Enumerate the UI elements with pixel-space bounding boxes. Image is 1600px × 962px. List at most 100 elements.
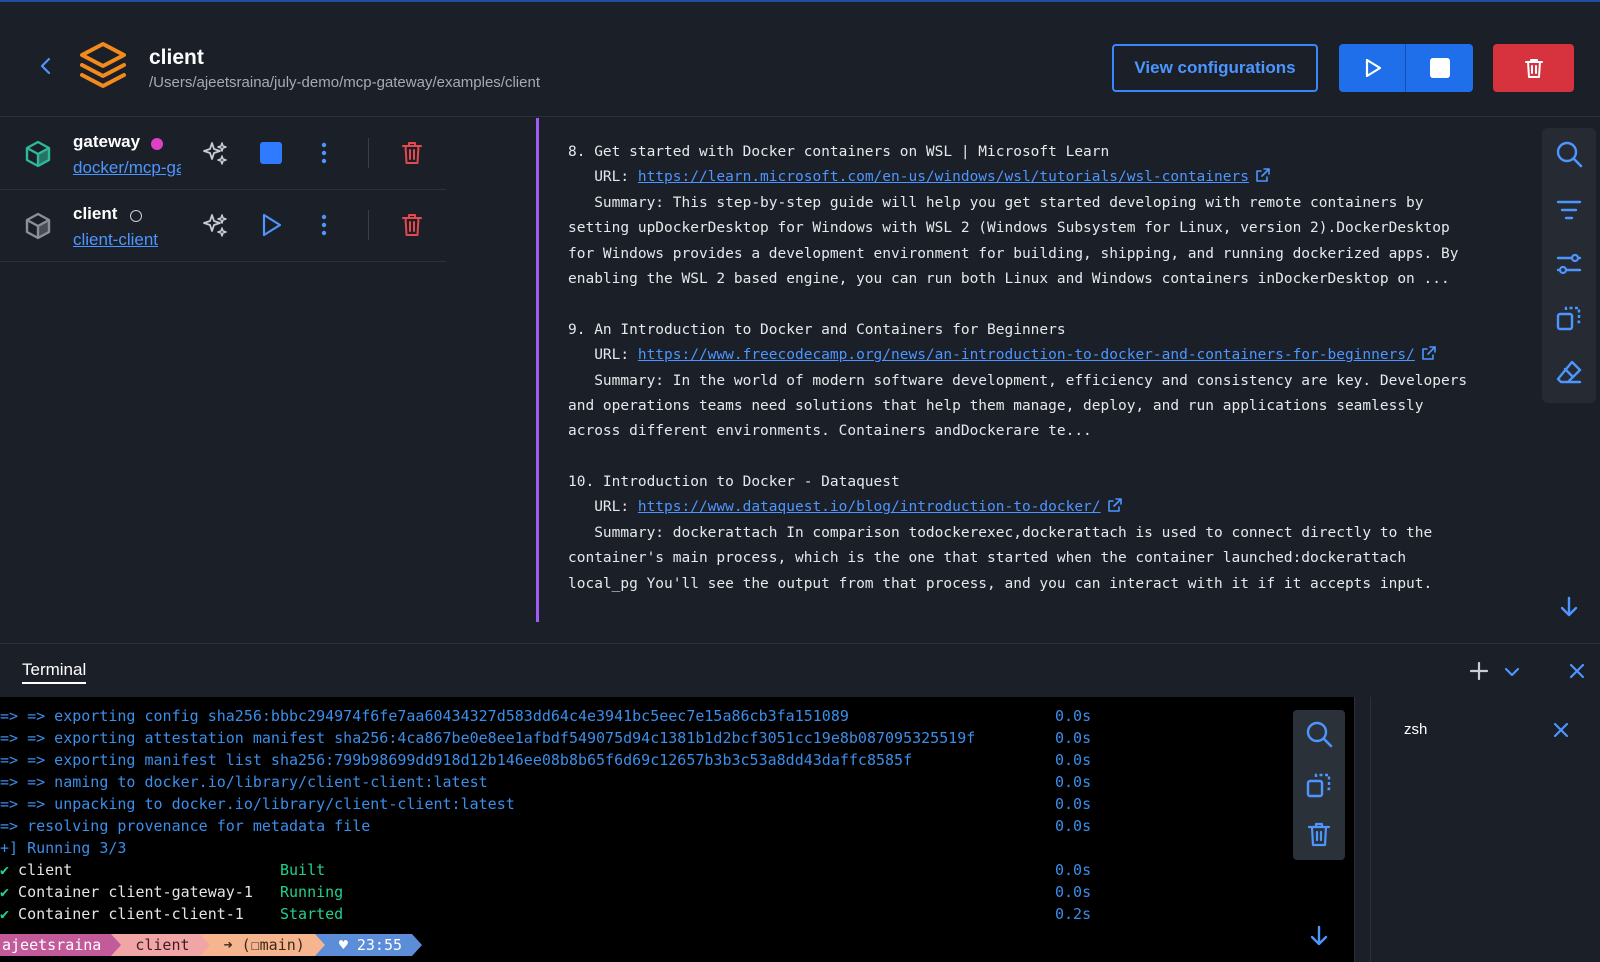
terminal-status: Started [280,905,344,923]
plus-icon[interactable] [1468,660,1490,682]
terminal-duration: 0.0s [1055,795,1092,813]
scroll-to-bottom-icon[interactable] [1307,924,1331,948]
cube-icon [25,140,51,168]
cube-icon [25,212,51,240]
stop-button[interactable] [1406,44,1473,92]
terminal-line: ✔ Container client-client-1 Started [0,903,343,925]
session-zsh[interactable]: zsh [1404,721,1427,738]
log-url-link[interactable]: https://www.dataquest.io/blog/introducti… [638,499,1101,515]
log-url-link[interactable]: https://www.freecodecamp.org/news/an-int… [638,347,1415,363]
close-icon[interactable] [1566,660,1588,682]
log-url-label: URL: [568,169,638,186]
terminal-line: ✔ Container client-gateway-1 Running [0,881,343,903]
log-line: URL: https://learn.microsoft.com/en-us/w… [568,165,1539,190]
filter-icon[interactable] [1555,196,1583,224]
container-row-gateway[interactable]: gateway docker/mcp-gateway [0,118,446,190]
view-configurations-button[interactable]: View configurations [1112,44,1318,92]
status-dot-stopped [130,210,142,222]
log-line: URL: https://www.dataquest.io/blog/intro… [568,495,1539,520]
terminal-header: Terminal [0,643,1600,697]
external-link-icon[interactable] [1421,345,1437,361]
terminal-line-text: ✔ Container client-client-1 [0,905,244,923]
terminal-line: => resolving provenance for metadata fil… [0,817,371,835]
terminal-status: Running [280,883,344,901]
stop-container-icon[interactable] [258,140,284,166]
log-line: 9. An Introduction to Docker and Contain… [568,321,1066,338]
search-icon[interactable] [1305,720,1333,748]
terminal-status: Built [280,861,326,879]
sparkles-icon[interactable] [202,212,228,238]
log-url-label: URL: [568,347,638,364]
log-line: local_pg You'll see the output from that… [568,575,1433,592]
container-logs[interactable]: 8. Get started with Docker containers on… [536,118,1539,622]
sliders-icon[interactable] [1555,250,1583,278]
terminal-duration: 0.0s [1055,861,1092,879]
tab-terminal[interactable]: Terminal [22,660,87,684]
status-dot-running [151,138,163,150]
terminal-output[interactable]: => => exporting config sha256:bbbc294974… [0,697,1354,962]
page-title: client [149,46,204,69]
external-link-icon[interactable] [1255,167,1271,183]
terminal-duration: 0.0s [1055,817,1092,835]
play-container-icon[interactable] [258,212,284,238]
log-url-label: URL: [568,499,638,516]
prompt-git: ➜ (☐main) [209,934,315,956]
search-icon[interactable] [1555,140,1583,168]
chevron-left-icon[interactable] [36,54,56,78]
eraser-icon[interactable] [1555,358,1583,386]
terminal-line: ✔ client Built [0,859,325,881]
terminal-toolbar [1293,710,1345,860]
trash-icon[interactable] [399,139,425,167]
terminal-split-handle[interactable] [1354,697,1370,962]
more-options-icon[interactable] [314,140,334,166]
sparkles-icon[interactable] [202,140,228,166]
more-options-icon[interactable] [314,212,334,238]
copy-icon[interactable] [1555,304,1583,332]
terminal-line: => => exporting manifest list sha256:799… [0,751,913,769]
start-button[interactable] [1339,44,1405,92]
close-icon[interactable] [1552,721,1570,739]
terminal-line: +] Running 3/3 [0,839,127,857]
prompt-dir: client [121,934,200,956]
log-line: Summary: In the world of modern software… [568,372,1468,389]
prompt-separator [314,934,325,956]
log-line: setting upDockerDesktop for Windows with… [568,220,1450,237]
chevron-down-icon[interactable] [1502,662,1522,682]
container-name: gateway [73,132,141,151]
terminal-duration: 0.2s [1055,905,1092,923]
terminal-duration: 0.0s [1055,773,1092,791]
trash-icon[interactable] [399,211,425,239]
scroll-to-bottom-icon[interactable] [1557,595,1581,619]
terminal-duration: 0.0s [1055,883,1092,901]
trash-icon[interactable] [1305,820,1333,848]
prompt-separator [111,934,122,956]
external-link-icon[interactable] [1107,497,1123,513]
terminal-line: => => naming to docker.io/library/client… [0,773,488,791]
container-image-link[interactable]: docker/mcp-gateway [73,158,181,178]
log-line: 10. Introduction to Docker - Dataquest [568,474,900,491]
trash-icon [1524,59,1543,78]
copy-icon[interactable] [1305,771,1333,799]
container-image-link[interactable]: client-client [73,230,181,250]
stop-icon [1429,58,1450,78]
log-line: enabling the WSL 2 based engine, you can… [568,270,1450,287]
log-line: 8. Get started with Docker containers on… [568,144,1110,160]
project-path: /Users/ajeetsraina/july-demo/mcp-gateway… [149,74,540,91]
log-line: Summary: dockerattach In comparison todo… [568,524,1433,541]
shell-prompt: ajeetsraina client ➜ (☐main) ♥ 23:55 [0,934,423,956]
logs-toolbar [1542,128,1596,403]
log-line: URL: https://www.freecodecamp.org/news/a… [568,343,1539,368]
log-line: for Windows provides a development envir… [568,245,1459,262]
terminal-line: => => exporting config sha256:bbbc294974… [0,707,849,725]
terminal-line-text: ✔ Container client-gateway-1 [0,883,253,901]
log-line: Summary: This step-by-step guide will he… [568,194,1424,211]
prompt-separator [199,934,210,956]
terminal-duration: 0.0s [1055,751,1092,769]
container-list: gateway docker/mcp-gateway client client… [0,118,446,642]
play-icon [1365,58,1382,78]
log-url-link[interactable]: https://learn.microsoft.com/en-us/window… [638,169,1249,185]
delete-button[interactable] [1493,44,1574,92]
prompt-time: ♥ 23:55 [324,934,413,956]
container-row-client[interactable]: client client-client [0,190,446,262]
